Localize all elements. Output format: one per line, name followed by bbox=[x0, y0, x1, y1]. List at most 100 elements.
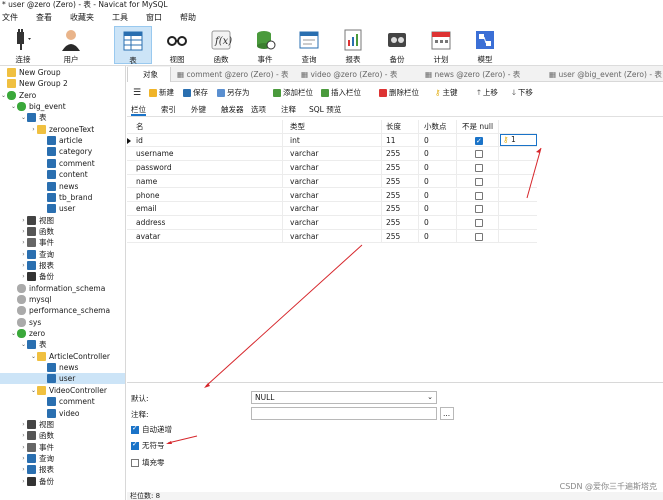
view-button[interactable]: 视图 bbox=[158, 26, 196, 64]
chevron-right-icon[interactable]: › bbox=[20, 260, 27, 271]
tree-item[interactable]: sys bbox=[0, 317, 125, 328]
tree-item[interactable]: ⌄ big_event bbox=[0, 101, 125, 112]
length-cell[interactable]: 255 bbox=[383, 188, 419, 203]
name-cell[interactable]: id bbox=[133, 133, 283, 148]
tree-item[interactable]: › zerooneText bbox=[0, 124, 125, 135]
tree-item[interactable]: ⌄ Zero bbox=[0, 90, 125, 101]
name-cell[interactable]: email bbox=[133, 202, 283, 216]
tab-user-big-event[interactable]: ▦ user @big_event (Zero) - 表 bbox=[546, 67, 663, 82]
tree-item[interactable]: article bbox=[0, 135, 125, 146]
tree-item[interactable]: › 视图 bbox=[0, 419, 125, 430]
decimals-cell[interactable]: 0 bbox=[421, 147, 457, 162]
column-header[interactable]: 小数点 bbox=[421, 120, 457, 134]
subtab-foreign-keys[interactable]: 外键 bbox=[191, 104, 206, 116]
zerofill-checkbox[interactable]: 填充零 bbox=[131, 457, 165, 468]
tree-item[interactable]: comment bbox=[0, 158, 125, 169]
tree-item[interactable]: tb_brand bbox=[0, 192, 125, 203]
user-button[interactable]: 用户 bbox=[52, 26, 90, 64]
type-cell[interactable]: int bbox=[287, 133, 382, 148]
length-cell[interactable]: 255 bbox=[383, 202, 419, 216]
chevron-down-icon[interactable]: ⌄ bbox=[10, 101, 17, 112]
subtab-sql-preview[interactable]: SQL 预览 bbox=[309, 104, 341, 116]
tab-news[interactable]: ▦ news @zero (Zero) - 表 bbox=[422, 67, 544, 82]
type-cell[interactable]: varchar bbox=[287, 147, 382, 162]
subtab-indexes[interactable]: 索引 bbox=[161, 104, 176, 116]
tree-item[interactable]: ⌄ zero bbox=[0, 328, 125, 339]
auto-increment-checkbox[interactable]: 自动递增 bbox=[131, 424, 172, 435]
length-cell[interactable]: 255 bbox=[383, 161, 419, 175]
length-cell[interactable]: 255 bbox=[383, 174, 419, 189]
chevron-right-icon[interactable]: › bbox=[20, 464, 27, 475]
tree-item[interactable]: › 查询 bbox=[0, 453, 125, 464]
name-cell[interactable]: phone bbox=[133, 188, 283, 203]
name-cell[interactable]: avatar bbox=[133, 229, 283, 244]
delete-field-button[interactable]: 删除栏位 bbox=[379, 87, 419, 99]
type-cell[interactable]: varchar bbox=[287, 215, 382, 230]
chevron-right-icon[interactable]: › bbox=[20, 271, 27, 282]
tab-objects[interactable]: 对象 bbox=[127, 67, 171, 82]
tree-item[interactable]: news bbox=[0, 181, 125, 192]
table-row[interactable]: avatar varchar 255 0 bbox=[127, 229, 537, 244]
not-null-cell[interactable] bbox=[459, 202, 499, 216]
save-as-button[interactable]: 另存为 bbox=[217, 87, 250, 99]
move-down-button[interactable]: 🡓 下移 bbox=[512, 87, 533, 99]
tree-item[interactable]: news bbox=[0, 362, 125, 373]
decimals-cell[interactable]: 0 bbox=[421, 229, 457, 244]
function-button[interactable]: f(x) 函数 bbox=[202, 26, 240, 64]
menu-tools[interactable]: 工具 bbox=[110, 12, 136, 23]
table-button[interactable]: 表 bbox=[114, 26, 152, 65]
menu-help[interactable]: 帮助 bbox=[178, 12, 204, 23]
tree-item[interactable]: ⌄ VideoController bbox=[0, 385, 125, 396]
tree-item[interactable]: content bbox=[0, 169, 125, 180]
name-cell[interactable]: username bbox=[133, 147, 283, 162]
tab-video[interactable]: ▦ video @zero (Zero) - 表 bbox=[298, 67, 420, 82]
table-row[interactable]: email varchar 255 0 bbox=[127, 202, 537, 216]
chevron-right-icon[interactable]: › bbox=[30, 124, 37, 135]
not-null-cell[interactable] bbox=[459, 188, 499, 203]
chevron-down-icon[interactable]: ⌄ bbox=[0, 90, 7, 101]
menu-favorites[interactable]: 收藏夹 bbox=[68, 12, 102, 23]
tree-item[interactable]: › 查询 bbox=[0, 249, 125, 260]
table-row[interactable]: phone varchar 255 0 bbox=[127, 188, 537, 203]
tree-item[interactable]: information_schema bbox=[0, 283, 125, 294]
tree-item[interactable]: user bbox=[0, 373, 125, 385]
tree-item[interactable]: › 函数 bbox=[0, 226, 125, 237]
tree-item[interactable]: New Group 2 bbox=[0, 78, 125, 89]
model-button[interactable]: 模型 bbox=[466, 26, 504, 64]
new-button[interactable]: 新建 bbox=[149, 87, 174, 99]
not-null-cell[interactable] bbox=[459, 133, 499, 148]
decimals-cell[interactable]: 0 bbox=[421, 188, 457, 203]
chevron-right-icon[interactable]: › bbox=[20, 237, 27, 248]
checkbox-unchecked-icon[interactable] bbox=[475, 177, 483, 186]
query-button[interactable]: 查询 bbox=[290, 26, 328, 64]
type-cell[interactable]: varchar bbox=[287, 161, 382, 175]
tree-item[interactable]: › 事件 bbox=[0, 237, 125, 248]
event-button[interactable]: 事件 bbox=[246, 26, 284, 64]
menu-window[interactable]: 窗口 bbox=[144, 12, 170, 23]
chevron-right-icon[interactable]: › bbox=[20, 249, 27, 260]
chevron-right-icon[interactable]: › bbox=[20, 430, 27, 441]
tree-item[interactable]: category bbox=[0, 146, 125, 157]
column-header[interactable]: 名 bbox=[133, 120, 283, 134]
checkbox-unchecked-icon[interactable] bbox=[475, 218, 483, 227]
column-header[interactable]: 不是 null bbox=[459, 120, 499, 134]
table-row[interactable]: id int 11 0 bbox=[127, 133, 537, 148]
backup-button[interactable]: 备份 bbox=[378, 26, 416, 64]
not-null-cell[interactable] bbox=[459, 174, 499, 189]
report-button[interactable]: 报表 bbox=[334, 26, 372, 64]
tree-item[interactable]: user bbox=[0, 203, 125, 214]
tree-item[interactable]: › 报表 bbox=[0, 260, 125, 271]
tree-item[interactable]: performance_schema bbox=[0, 305, 125, 316]
column-header[interactable]: 类型 bbox=[287, 120, 382, 134]
name-cell[interactable]: address bbox=[133, 215, 283, 230]
subtab-comment[interactable]: 注释 bbox=[281, 104, 296, 116]
not-null-cell[interactable] bbox=[459, 229, 499, 244]
not-null-cell[interactable] bbox=[459, 147, 499, 162]
checkbox-unchecked-icon[interactable] bbox=[475, 232, 483, 241]
tree-item[interactable]: › 函数 bbox=[0, 430, 125, 441]
tree-item[interactable]: › 备份 bbox=[0, 271, 125, 282]
tree-item[interactable]: comment bbox=[0, 396, 125, 407]
subtab-options[interactable]: 选项 bbox=[251, 104, 266, 116]
primary-key-cell[interactable]: ⚷ 1 bbox=[500, 134, 537, 146]
chevron-down-icon[interactable]: ⌄ bbox=[20, 339, 27, 350]
